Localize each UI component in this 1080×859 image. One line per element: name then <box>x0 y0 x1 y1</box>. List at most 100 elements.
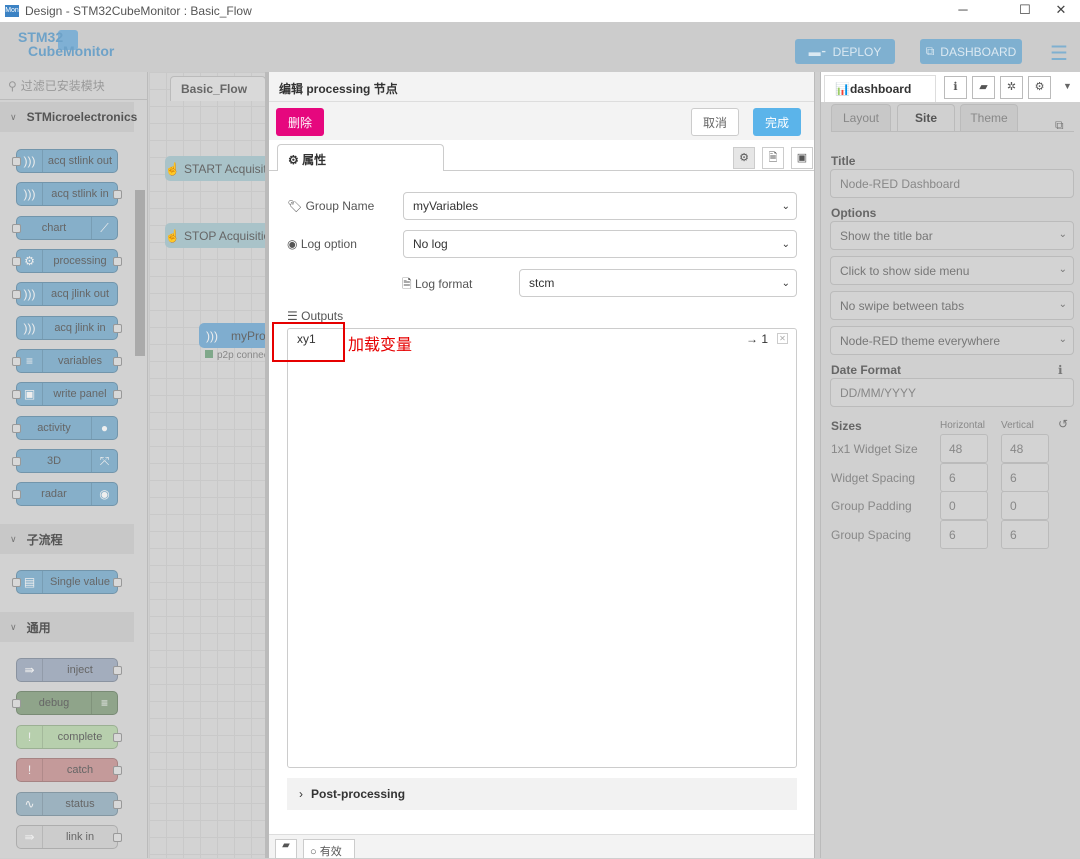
input-port <box>12 490 21 499</box>
chevron-down-icon: ∨ <box>10 533 17 544</box>
gear-icon: ⚙ <box>288 153 303 167</box>
enabled-toggle[interactable]: ○ 有效 <box>303 839 355 859</box>
palette-node[interactable]: ))) acq stlink in <box>16 182 122 206</box>
info-icon[interactable]: ℹ <box>944 76 967 99</box>
gear-icon[interactable]: ⚙ <box>1028 76 1051 99</box>
palette-node[interactable]: ▤ Single value <box>12 570 122 594</box>
palette-node[interactable]: ∿ status <box>16 792 122 816</box>
tab-properties[interactable]: ⚙ 属性 <box>277 144 444 171</box>
subtab-theme[interactable]: Theme <box>960 104 1018 132</box>
outputs-label: ☰ Outputs <box>287 309 344 323</box>
tray-footer: ▰ ○ 有效 <box>269 834 814 859</box>
size-horizontal-input[interactable]: 6 <box>940 519 988 549</box>
palette-node-label: complete <box>57 731 103 743</box>
input-port <box>12 457 21 466</box>
option-select-theme[interactable]: Node-RED theme everywhere ⌄ <box>830 326 1074 355</box>
flow-canvas[interactable] <box>149 72 265 858</box>
option-select-title-bar[interactable]: Show the title bar ⌄ <box>830 221 1074 250</box>
palette-node-label: debug <box>38 697 70 709</box>
target-icon: ◉ <box>91 483 117 505</box>
palette-node[interactable]: debug ≡ <box>12 691 118 715</box>
subtab-layout[interactable]: Layout <box>831 104 891 132</box>
tab-dashboard[interactable]: 📊dashboard <box>824 75 936 102</box>
close-button[interactable]: ✕ <box>1038 0 1080 22</box>
deploy-icon: ▬⁃ <box>808 44 827 59</box>
input-port <box>12 257 21 266</box>
hand-icon: ☝ <box>165 228 180 243</box>
palette-node[interactable]: ▣ write panel <box>12 382 122 406</box>
reset-icon[interactable]: ↺ <box>1058 417 1068 431</box>
canvas-node-stop[interactable]: ☝ STOP Acquisition <box>165 223 275 248</box>
palette-node-label: inject <box>67 664 93 676</box>
palette-category[interactable]: ∨ STMicroelectronics <box>0 102 137 132</box>
palette-category[interactable]: ∨ 通用 <box>0 612 134 642</box>
size-vertical-input[interactable]: 6 <box>1001 519 1049 549</box>
book-icon[interactable]: ▰ <box>275 839 297 859</box>
palette-node[interactable]: ⇛ link in <box>16 825 122 849</box>
size-horizontal-input[interactable]: 6 <box>940 462 988 492</box>
input-port <box>12 290 21 299</box>
palette-node[interactable]: ))) acq stlink out <box>12 149 118 173</box>
title-input[interactable]: Node-RED Dashboard <box>830 169 1074 198</box>
palette-node-label: radar <box>41 488 67 500</box>
palette-category[interactable]: ∨ 子流程 <box>0 524 134 554</box>
log-format-select[interactable]: stcm ⌄ <box>519 269 797 297</box>
done-button[interactable]: 完成 <box>753 108 801 136</box>
input-port <box>12 699 21 708</box>
palette-node-label: acq jlink in <box>54 322 106 334</box>
chevron-down-icon: ⌄ <box>1058 229 1067 240</box>
size-horizontal-input[interactable]: 0 <box>940 491 988 520</box>
delete-button[interactable]: 删除 <box>276 108 324 136</box>
palette-node[interactable]: ⚙ processing <box>12 249 122 273</box>
dashboard-button[interactable]: ⧉ DASHBOARD <box>920 39 1022 64</box>
palette-node[interactable]: chart ⟋ <box>12 216 118 240</box>
palette-node[interactable]: radar ◉ <box>12 482 118 506</box>
palette-node[interactable]: ))) acq jlink in <box>16 316 122 340</box>
output-port <box>113 324 122 333</box>
hand-icon: ☝ <box>165 161 180 176</box>
input-port <box>12 390 21 399</box>
sizes-label: Sizes <box>831 419 862 433</box>
palette-node[interactable]: ! complete <box>16 725 122 749</box>
cancel-button[interactable]: 取消 <box>691 108 739 136</box>
list-icon: ≡ <box>91 692 117 714</box>
palette-node[interactable]: ⇛ inject <box>16 658 122 682</box>
log-option-select[interactable]: No log ⌄ <box>403 230 797 258</box>
tab-basic-flow[interactable]: Basic_Flow <box>170 76 266 101</box>
menu-icon[interactable]: ☰ <box>1050 41 1068 66</box>
subtab-site[interactable]: Site <box>897 104 955 132</box>
size-horizontal-input[interactable]: 48 <box>940 434 988 463</box>
palette-node[interactable]: activity ● <box>12 416 118 440</box>
palette-node[interactable]: ! catch <box>16 758 122 782</box>
size-vertical-input[interactable]: 6 <box>1001 462 1049 492</box>
palette-scrollbar[interactable] <box>135 190 145 356</box>
bug-icon[interactable]: ✲ <box>1000 76 1023 99</box>
chevron-down-icon: ⌄ <box>1058 264 1067 275</box>
palette-node[interactable]: 3D ⤧ <box>12 449 118 473</box>
deploy-button[interactable]: ▬⁃ DEPLOY <box>795 39 895 64</box>
output-port <box>113 390 122 399</box>
palette-filter[interactable]: ⚲ 过滤已安装模块 <box>0 72 147 100</box>
size-vertical-input[interactable]: 0 <box>1001 491 1049 520</box>
annotation-label: 加载变量 <box>348 335 413 354</box>
properties-gear-icon[interactable]: ⚙ <box>733 147 755 169</box>
appearance-icon[interactable]: ▣ <box>791 147 813 169</box>
minimize-button[interactable]: ─ <box>940 0 986 22</box>
option-select-side-menu[interactable]: Click to show side menu ⌄ <box>830 256 1074 285</box>
info-icon[interactable]: ℹ <box>1058 363 1063 377</box>
book-icon[interactable]: ▰ <box>972 76 995 99</box>
size-vertical-input[interactable]: 48 <box>1001 434 1049 463</box>
post-processing-section[interactable]: › Post-processing <box>287 778 797 810</box>
tag-icon: 🏷 <box>287 199 303 213</box>
chevron-down-icon[interactable]: ▼ <box>1063 81 1072 91</box>
chevron-down-icon: ⌄ <box>781 277 790 289</box>
description-icon[interactable]: 🗎 <box>762 147 784 169</box>
palette-node[interactable]: ≡ variables <box>12 349 122 373</box>
option-select-swipe[interactable]: No swipe between tabs ⌄ <box>830 291 1074 320</box>
remove-output-icon[interactable]: ✕ <box>777 333 788 344</box>
window-title: Design - STM32CubeMonitor : Basic_Flow <box>25 4 252 18</box>
group-name-select[interactable]: myVariables ⌄ <box>403 192 797 220</box>
canvas-node-start[interactable]: ☝ START Acquisition <box>165 156 275 181</box>
date-format-input[interactable]: DD/MM/YYYY <box>830 378 1074 407</box>
palette-node[interactable]: ))) acq jlink out <box>12 282 118 306</box>
